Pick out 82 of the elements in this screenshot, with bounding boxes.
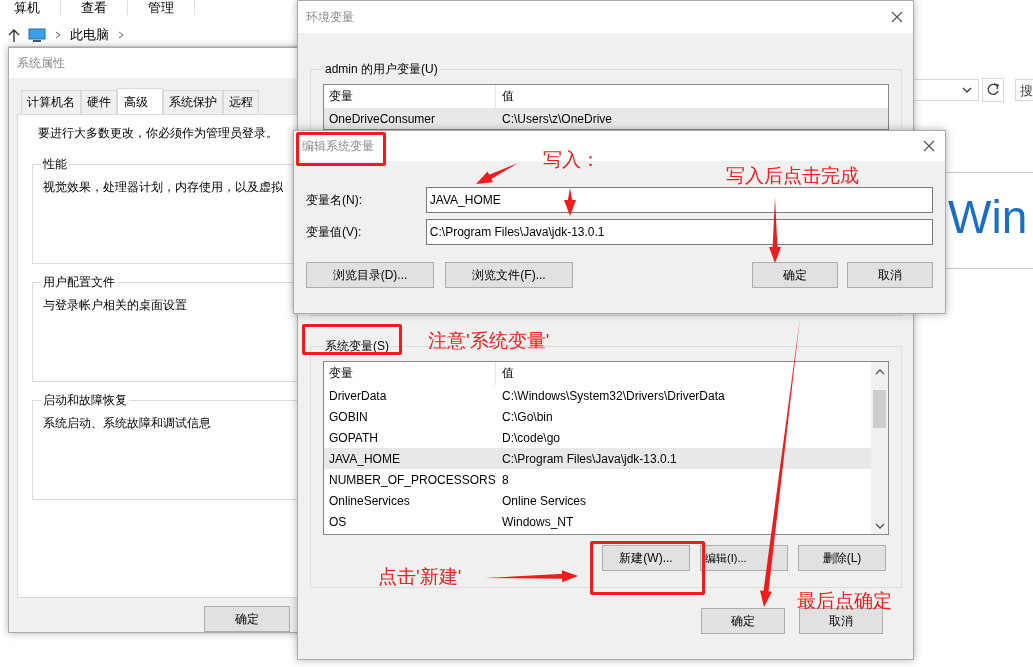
- table-row[interactable]: OneDriveConsumer C:\Users\z\OneDrive: [324, 108, 888, 129]
- table-cell-text: OneDriveConsumer: [328, 111, 437, 126]
- breadcrumb-item[interactable]: 此电脑: [70, 26, 109, 44]
- table-cell-text: NUMBER_OF_PROCESSORS: [328, 472, 496, 487]
- group-description: 系统启动、系统故障和调试信息: [43, 415, 211, 432]
- tab[interactable]: 系统保护: [163, 90, 223, 114]
- chevron-down-icon: [962, 86, 972, 94]
- column-header[interactable]: 值: [496, 365, 514, 382]
- table-cell-text: DriverData: [328, 388, 388, 403]
- chevron-down-icon[interactable]: [874, 522, 885, 530]
- notice-text: 要进行大多数更改，你必须作为管理员登录。: [38, 125, 279, 142]
- group-title: admin 的用户变量(U): [324, 61, 439, 78]
- annotation-text: 点击'新建': [378, 565, 462, 589]
- scrollbar[interactable]: [871, 362, 888, 534]
- browse-button[interactable]: 浏览文件(F)...: [445, 262, 573, 288]
- input-field[interactable]: C:\Program Files\Java\jdk-13.0.1: [425, 219, 933, 245]
- table-cell-text: C:\Windows\System32\Drivers\DriverData: [501, 388, 725, 403]
- refresh-icon[interactable]: [982, 78, 1004, 102]
- table-cell-text: JAVA_HOME: [328, 451, 401, 466]
- annotation-text: 注意'系统变量': [428, 329, 550, 353]
- tab[interactable]: 硬件: [81, 90, 117, 114]
- tab[interactable]: 计算机名: [21, 90, 81, 114]
- table-cell-text: GOBIN: [328, 409, 369, 424]
- ok-button[interactable]: 确定: [204, 606, 290, 632]
- ribbon-tab[interactable]: 管理: [128, 0, 195, 15]
- table-cell-text: Online Services: [501, 493, 587, 508]
- group-title: 系统变量(S): [324, 338, 390, 355]
- table-button[interactable]: 删除(L): [798, 545, 886, 571]
- search-field[interactable]: 搜: [1015, 79, 1033, 101]
- annotation-arrow: [476, 163, 518, 184]
- annotation-text: 写入后点击完成: [726, 164, 859, 188]
- ribbon-tab[interactable]: 查看: [61, 0, 128, 15]
- table-cell-text: GOPATH: [328, 430, 379, 445]
- window-title: 环境变量: [306, 8, 354, 26]
- close-icon[interactable]: [891, 11, 903, 23]
- table-row[interactable]: DriverData C:\Windows\System32\Drivers\DriverData: [324, 385, 871, 406]
- table-cell-text: Windows_NT: [501, 514, 574, 529]
- group-title: 启动和故障恢复: [42, 392, 128, 409]
- table-row[interactable]: GOBIN C:\Go\bin: [324, 406, 871, 427]
- table-row[interactable]: JAVA_HOME C:\Program Files\Java\jdk-13.0.1: [324, 448, 871, 469]
- dialog-button[interactable]: 确定: [701, 608, 785, 634]
- annotation-text: 写入：: [543, 148, 600, 172]
- table-row[interactable]: GOPATH D:\code\go: [324, 427, 871, 448]
- tab[interactable]: 远程: [223, 90, 259, 114]
- scrollbar-thumb[interactable]: [873, 390, 886, 428]
- window-title: 系统属性: [17, 54, 65, 72]
- annotation-arrow: [564, 188, 576, 216]
- field-label: 变量值(V):: [306, 223, 363, 241]
- chevron-up-icon[interactable]: [874, 368, 885, 376]
- group-description: 与登录帐户相关的桌面设置: [43, 297, 187, 314]
- table-cell-text: C:\Users\z\OneDrive: [501, 111, 613, 126]
- group-title: 性能: [42, 156, 68, 173]
- banner-text: Win: [948, 190, 1028, 244]
- window-title: 编辑系统变量: [302, 137, 374, 155]
- close-icon[interactable]: [923, 140, 935, 152]
- group-description: 视觉效果，处理器计划，内存使用，以及虚拟: [43, 179, 283, 196]
- dialog-button[interactable]: 确定: [752, 262, 838, 288]
- dialog-button[interactable]: 取消: [847, 262, 933, 288]
- table-row[interactable]: NUMBER_OF_PROCESSORS 8: [324, 469, 871, 490]
- table-button[interactable]: 新建(W)...: [602, 545, 690, 571]
- input-field[interactable]: JAVA_HOME: [425, 187, 933, 213]
- ribbon-tab[interactable]: 算机: [0, 0, 61, 15]
- up-arrow-icon[interactable]: [8, 28, 20, 42]
- computer-icon: [28, 27, 46, 43]
- chevron-right-icon: [117, 31, 125, 39]
- table-row[interactable]: OS Windows_NT: [324, 511, 871, 532]
- field-label: 变量名(N):: [306, 191, 363, 209]
- tab[interactable]: 高级: [117, 88, 163, 115]
- table-cell-text: D:\code\go: [501, 430, 561, 445]
- table-cell-text: OnlineServices: [328, 493, 411, 508]
- table-cell-text: OS: [328, 514, 348, 529]
- table-cell-text: C:\Program Files\Java\jdk-13.0.1: [501, 451, 677, 466]
- table-cell-text: C:\Go\bin: [501, 409, 553, 424]
- table-cell-text: 8: [501, 472, 509, 487]
- chevron-right-icon: [54, 31, 62, 39]
- column-header[interactable]: 变量: [324, 362, 496, 385]
- table-row[interactable]: OnlineServices Online Services: [324, 490, 871, 511]
- address-field[interactable]: [913, 79, 979, 101]
- table-button[interactable]: 编辑(I)...: [700, 545, 788, 571]
- column-header[interactable]: 值: [496, 88, 514, 105]
- group-title: 用户配置文件: [42, 274, 116, 291]
- browse-button[interactable]: 浏览目录(D)...: [306, 262, 434, 288]
